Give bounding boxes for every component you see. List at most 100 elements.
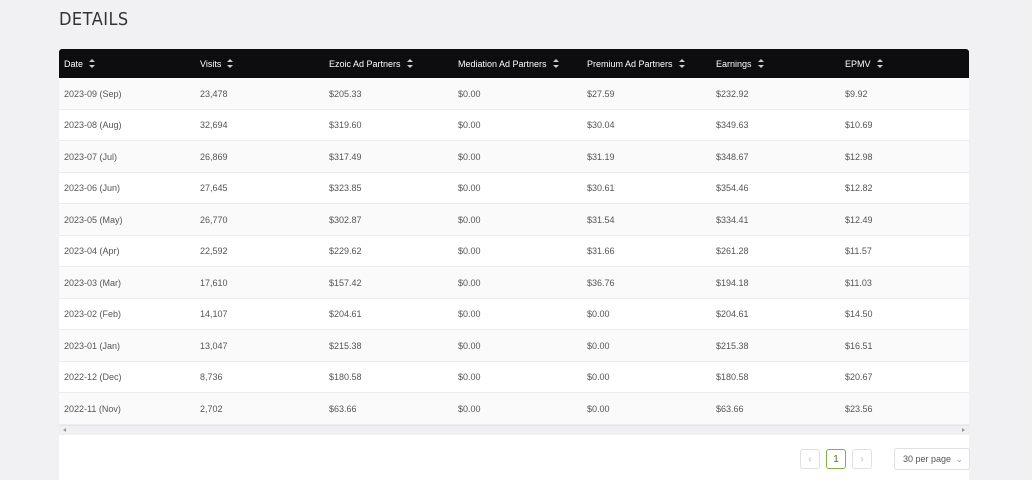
table-header: Date Visits Ezoic Ad Partners Mediation …: [59, 49, 969, 78]
page-1-button[interactable]: 1: [826, 449, 846, 469]
table-row: 2023-06 (Jun) 27,645 $323.85 $0.00 $30.61 $35…: [59, 172, 969, 204]
per-page-label: 30 per page: [903, 454, 952, 464]
cell-premium: $31.66: [587, 246, 615, 256]
cell-premium: $0.00: [587, 403, 610, 414]
cell-epmv: $11.57: [845, 246, 872, 256]
cell-date: 2023-02 (Feb): [64, 309, 122, 319]
cell-visits: 8,736: [200, 372, 223, 382]
cell-ezoic: $215.38: [329, 340, 362, 351]
next-page-button[interactable]: ›: [852, 449, 872, 469]
cell-visits: 22,592: [200, 246, 228, 256]
cell-ezoic: $229.62: [329, 246, 362, 256]
sort-icon[interactable]: [552, 59, 559, 68]
cell-mediation: $0.00: [458, 120, 481, 130]
cell-epmv: $12.82: [845, 183, 873, 193]
cell-date: 2022-12 (Dec): [64, 372, 122, 382]
pagination: ‹ 1 › 30 per page ⌄: [800, 448, 970, 470]
table-row: 2023-04 (Apr) 22,592 $229.62 $0.00 $31.66 $26…: [59, 235, 969, 267]
column-header-label: Date: [64, 58, 84, 69]
cell-earnings: $215.38: [716, 340, 749, 351]
section-title: DETAILS: [59, 9, 129, 30]
cell-earnings: $349.63: [716, 120, 749, 130]
cell-epmv: $12.98: [845, 151, 873, 162]
column-header-label: EPMV: [845, 58, 871, 69]
sort-icon[interactable]: [876, 59, 883, 68]
cell-date: 2023-04 (Apr): [64, 246, 120, 256]
sort-icon[interactable]: [678, 59, 685, 68]
cell-premium: $0.00: [587, 309, 610, 319]
cell-epmv: $11.03: [845, 277, 872, 288]
cell-mediation: $0.00: [458, 183, 481, 193]
column-header-premium-ad-partners[interactable]: Premium Ad Partners: [587, 49, 685, 78]
cell-date: 2023-06 (Jun): [64, 183, 121, 193]
column-header-date[interactable]: Date: [64, 49, 96, 78]
cell-earnings: $261.28: [716, 246, 749, 256]
cell-mediation: $0.00: [458, 372, 481, 382]
prev-page-button[interactable]: ‹: [800, 449, 820, 469]
column-header-label: Premium Ad Partners: [587, 58, 673, 69]
cell-premium: $30.04: [587, 120, 615, 130]
cell-premium: $0.00: [587, 340, 610, 351]
cell-premium: $27.59: [587, 88, 615, 99]
column-header-label: Ezoic Ad Partners: [329, 58, 401, 69]
cell-premium: $31.54: [587, 214, 615, 225]
cell-earnings: $232.92: [716, 88, 749, 99]
cell-ezoic: $302.87: [329, 214, 362, 225]
cell-ezoic: $317.49: [329, 151, 362, 162]
cell-date: 2023-01 (Jan): [64, 340, 121, 351]
column-header-ezoic-ad-partners[interactable]: Ezoic Ad Partners: [329, 49, 413, 78]
column-header-earnings[interactable]: Earnings: [716, 49, 764, 78]
cell-ezoic: $205.33: [329, 88, 362, 99]
table-row: 2023-08 (Aug) 32,694 $319.60 $0.00 $30.04 $34…: [59, 109, 969, 141]
sort-icon[interactable]: [757, 59, 764, 68]
cell-visits: 14,107: [200, 309, 228, 319]
cell-epmv: $9.92: [845, 88, 868, 99]
cell-epmv: $23.56: [845, 403, 873, 414]
cell-date: 2023-07 (Jul): [64, 151, 118, 162]
column-header-visits[interactable]: Visits: [200, 49, 234, 78]
table-row: 2023-07 (Jul) 26,869 $317.49 $0.00 $31.19 $34…: [59, 141, 969, 173]
cell-visits: 17,610: [200, 277, 228, 288]
cell-visits: 23,478: [200, 88, 228, 99]
table-body: 2023-09 (Sep) 23,478 $205.33 $0.00 $27.59 $23…: [59, 78, 969, 425]
column-header-label: Earnings: [716, 58, 752, 69]
table-row: 2022-11 (Nov) 2,702 $63.66 $0.00 $0.00 $63.66…: [59, 393, 969, 425]
cell-date: 2022-11 (Nov): [64, 403, 121, 414]
scroll-left-icon[interactable]: [63, 428, 66, 432]
table-row: 2022-12 (Dec) 8,736 $180.58 $0.00 $0.00 $180.…: [59, 361, 969, 393]
details-table-panel: Date Visits Ezoic Ad Partners Mediation …: [59, 49, 970, 480]
cell-mediation: $0.00: [458, 340, 481, 351]
cell-date: 2023-05 (May): [64, 214, 123, 225]
cell-epmv: $16.51: [845, 340, 873, 351]
cell-epmv: $12.49: [845, 214, 873, 225]
cell-earnings: $334.41: [716, 214, 749, 225]
horizontal-scrollbar[interactable]: [59, 425, 969, 435]
cell-mediation: $0.00: [458, 246, 481, 256]
sort-icon[interactable]: [89, 59, 96, 68]
cell-earnings: $204.61: [716, 309, 749, 319]
table-row: 2023-09 (Sep) 23,478 $205.33 $0.00 $27.59 $23…: [59, 78, 969, 110]
per-page-select[interactable]: 30 per page ⌄: [894, 448, 970, 470]
cell-premium: $36.76: [587, 277, 615, 288]
cell-earnings: $180.58: [716, 372, 749, 382]
cell-mediation: $0.00: [458, 214, 481, 225]
cell-visits: 27,645: [200, 183, 228, 193]
cell-earnings: $354.46: [716, 183, 749, 193]
cell-visits: 32,694: [200, 120, 228, 130]
column-header-mediation-ad-partners[interactable]: Mediation Ad Partners: [458, 49, 559, 78]
sort-icon[interactable]: [406, 59, 413, 68]
column-header-epmv[interactable]: EPMV: [845, 49, 883, 78]
scroll-right-icon[interactable]: [962, 428, 965, 432]
cell-earnings: $348.67: [716, 151, 749, 162]
cell-visits: 2,702: [200, 403, 223, 414]
table-row: 2023-05 (May) 26,770 $302.87 $0.00 $31.54 $33…: [59, 204, 969, 236]
cell-earnings: $63.66: [716, 403, 744, 414]
cell-visits: 13,047: [200, 340, 228, 351]
cell-ezoic: $204.61: [329, 309, 362, 319]
cell-date: 2023-08 (Aug): [64, 120, 122, 130]
table-row: 2023-01 (Jan) 13,047 $215.38 $0.00 $0.00 $215…: [59, 330, 969, 362]
cell-premium: $31.19: [587, 151, 615, 162]
sort-icon[interactable]: [227, 59, 234, 68]
cell-ezoic: $319.60: [329, 120, 362, 130]
column-header-label: Mediation Ad Partners: [458, 58, 547, 69]
